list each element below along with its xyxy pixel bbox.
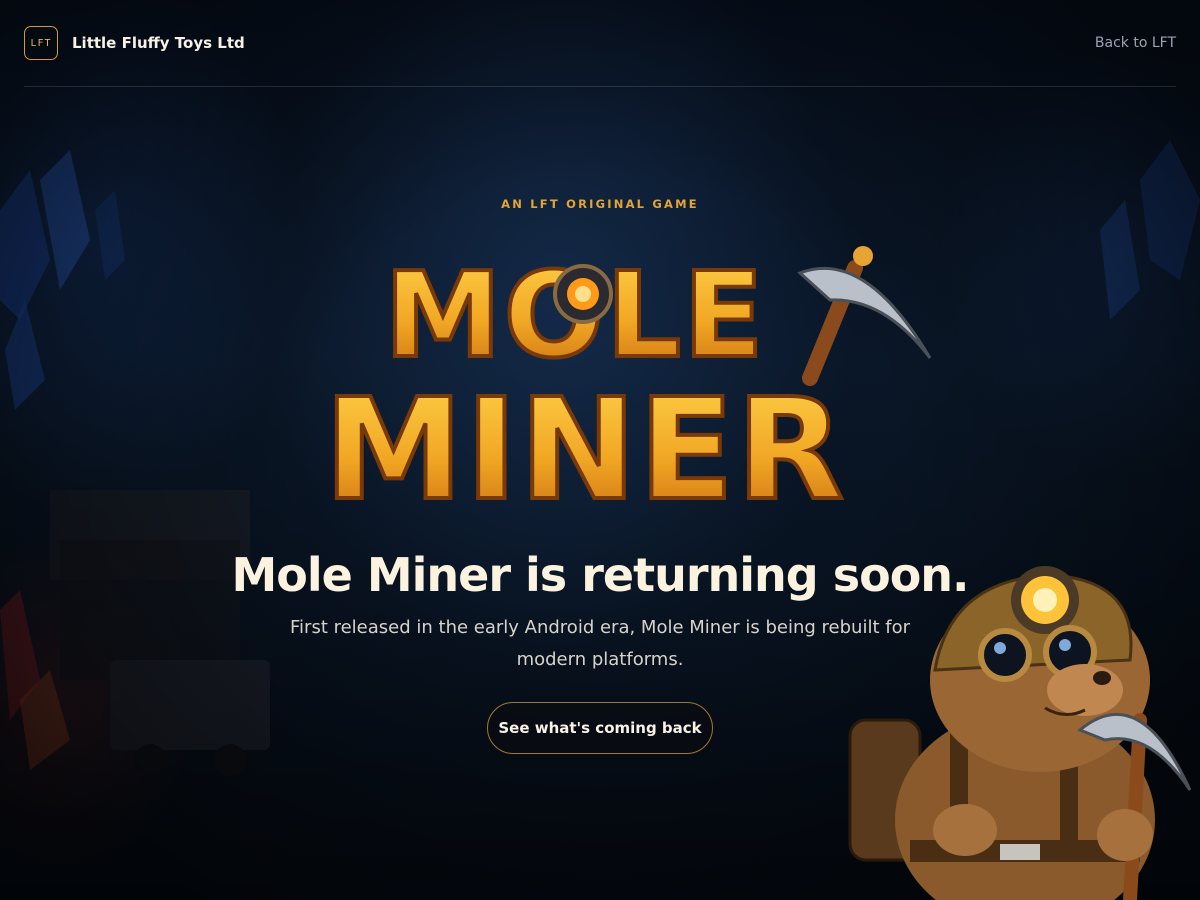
back-to-lft-link[interactable]: Back to LFT — [1095, 35, 1176, 51]
subtext: First released in the early Android era,… — [290, 617, 910, 670]
pickaxe-icon — [797, 246, 932, 386]
eyebrow-label: AN LFT ORIGINAL GAME — [501, 197, 699, 211]
brand[interactable]: LFT Little Fluffy Toys Ltd — [24, 26, 245, 60]
site-header: LFT Little Fluffy Toys Ltd Back to LFT — [24, 0, 1176, 87]
lamp-icon — [553, 264, 613, 324]
brand-logo-badge: LFT — [24, 26, 58, 60]
brand-name: Little Fluffy Toys Ltd — [72, 34, 245, 52]
see-whats-coming-back-button[interactable]: See what's coming back — [487, 702, 713, 754]
mole-miner-mascot — [848, 566, 1192, 900]
game-logo: MOLE MINER — [322, 244, 932, 518]
logo-line-miner: MINER — [324, 369, 846, 518]
